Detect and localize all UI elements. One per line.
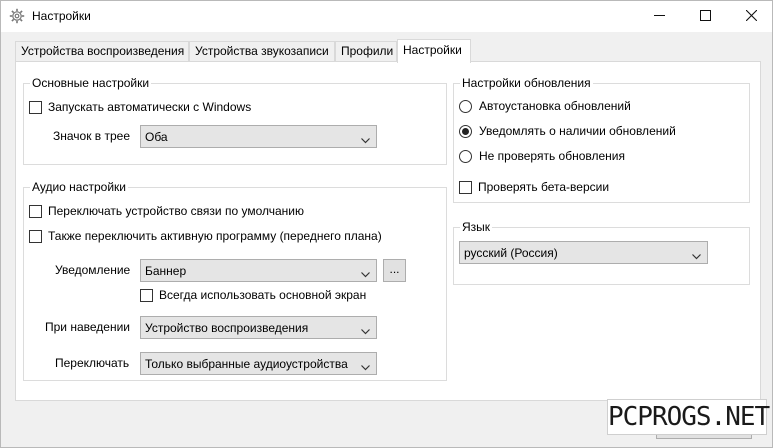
- tray-icon-value: Оба: [145, 129, 168, 144]
- switch-active-app-checkbox[interactable]: Также переключить активную программу (пе…: [29, 229, 382, 243]
- minimize-button[interactable]: [636, 1, 682, 32]
- no-updates-radio[interactable]: Не проверять обновления: [459, 149, 625, 163]
- no-updates-label: Не проверять обновления: [479, 149, 626, 163]
- chevron-down-icon: [361, 267, 370, 278]
- chevron-down-icon: [361, 324, 370, 335]
- chevron-down-icon: [361, 133, 370, 144]
- switch-comm-device-checkbox[interactable]: Переключать устройство связи по умолчани…: [29, 204, 304, 218]
- primary-screen-checkbox[interactable]: Всегда использовать основной экран: [140, 288, 366, 302]
- auto-install-label: Автоустановка обновлений: [479, 99, 631, 113]
- beta-versions-checkbox[interactable]: Проверять бета-версии: [459, 180, 609, 194]
- hover-value: Устройство воспроизведения: [145, 320, 309, 335]
- language-value: русский (Россия): [464, 245, 558, 260]
- switch-active-app-label: Также переключить активную программу (пе…: [48, 229, 382, 243]
- notify-updates-radio[interactable]: Уведомлять о наличии обновлений: [459, 124, 676, 138]
- gear-icon: [9, 8, 25, 24]
- switch-mode-value: Только выбранные аудиоустройства: [145, 356, 348, 371]
- autostart-checkbox-box[interactable]: [29, 100, 42, 114]
- notification-options-button[interactable]: ...: [383, 259, 406, 282]
- hover-select[interactable]: Устройство воспроизведения: [140, 316, 377, 339]
- title-bar: Настройки: [1, 1, 772, 32]
- minimize-icon: [653, 10, 665, 24]
- autostart-label: Запускать автоматически с Windows: [48, 100, 252, 114]
- switch-active-app-box[interactable]: [29, 229, 42, 243]
- update-settings-title: Настройки обновления: [460, 76, 593, 90]
- auto-install-radio-circle[interactable]: [459, 99, 472, 113]
- tab-settings[interactable]: Настройки: [397, 39, 471, 63]
- language-group: Язык русский (Россия): [453, 220, 750, 285]
- chevron-down-icon: [692, 249, 701, 260]
- settings-window: Настройки Устройства воспроизведения Уст…: [0, 0, 773, 448]
- primary-screen-label: Всегда использовать основной экран: [159, 288, 367, 302]
- autostart-checkbox[interactable]: Запускать автоматически с Windows: [29, 100, 251, 114]
- close-window-button[interactable]: [728, 1, 773, 32]
- tray-icon-label: Значок в трее: [53, 129, 131, 143]
- language-select[interactable]: русский (Россия): [459, 241, 708, 264]
- notify-updates-radio-circle[interactable]: [459, 124, 472, 138]
- window-title: Настройки: [32, 9, 91, 23]
- language-title: Язык: [460, 220, 493, 234]
- switch-mode-label: Переключать: [55, 356, 130, 370]
- basic-settings-title: Основные настройки: [30, 76, 152, 90]
- switch-comm-device-box[interactable]: [29, 204, 42, 218]
- beta-versions-label: Проверять бета-версии: [478, 180, 610, 194]
- basic-settings-group: Основные настройки Запускать автоматичес…: [23, 76, 447, 165]
- switch-comm-device-label: Переключать устройство связи по умолчани…: [48, 204, 304, 218]
- notification-value: Баннер: [145, 263, 187, 278]
- notify-updates-label: Уведомлять о наличии обновлений: [479, 124, 676, 138]
- tab-playback-devices[interactable]: Устройства воспроизведения: [15, 41, 189, 62]
- watermark-logo: PCPROGS.NET: [607, 399, 770, 435]
- auto-install-updates-radio[interactable]: Автоустановка обновлений: [459, 99, 631, 113]
- audio-settings-title: Аудио настройки: [30, 180, 128, 194]
- maximize-button[interactable]: [682, 1, 728, 32]
- settings-panel: Основные настройки Запускать автоматичес…: [15, 61, 761, 401]
- hover-label: При наведении: [45, 320, 130, 334]
- maximize-icon: [699, 9, 711, 24]
- audio-settings-group: Аудио настройки Переключать устройство с…: [23, 180, 447, 381]
- close-icon: [745, 9, 757, 24]
- notification-label: Уведомление: [55, 263, 131, 277]
- tray-icon-select[interactable]: Оба: [140, 125, 377, 148]
- notification-select[interactable]: Баннер: [140, 259, 377, 282]
- chevron-down-icon: [361, 360, 370, 371]
- no-updates-radio-circle[interactable]: [459, 149, 472, 163]
- primary-screen-box[interactable]: [140, 288, 153, 302]
- beta-versions-box[interactable]: [459, 180, 472, 194]
- switch-mode-select[interactable]: Только выбранные аудиоустройства: [140, 352, 377, 375]
- update-settings-group: Настройки обновления Автоустановка обнов…: [453, 76, 750, 203]
- tab-recording-devices[interactable]: Устройства звукозаписи: [189, 41, 335, 62]
- tab-profiles[interactable]: Профили: [335, 41, 397, 62]
